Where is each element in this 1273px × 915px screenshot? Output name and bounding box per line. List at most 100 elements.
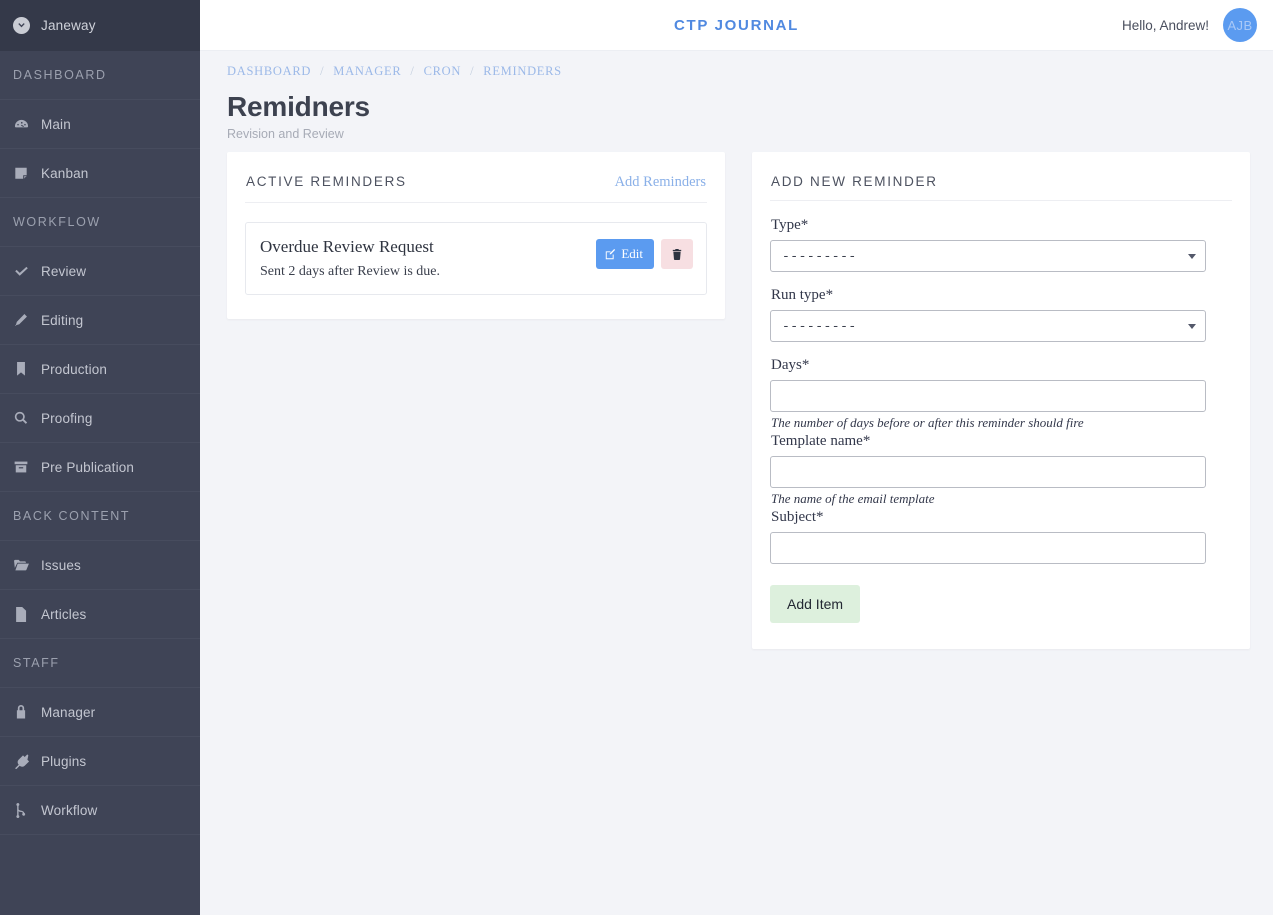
sidebar-item-issues[interactable]: Issues [0,541,200,590]
file-icon [13,606,29,622]
sidebar-item-label: Manager [41,704,96,720]
search-icon [13,410,29,426]
field-template-name: Template name* The name of the email tem… [770,433,1232,507]
days-label: Days* [771,357,810,373]
template-name-label: Template name* [771,433,871,449]
sidebar-item-label: Main [41,116,71,132]
sidebar-item-label: Workflow [41,802,98,818]
sidebar-item-review[interactable]: Review [0,247,200,296]
breadcrumb-item-dashboard[interactable]: DASHBOARD [227,64,311,79]
edit-button-label: Edit [621,246,643,261]
sidebar-item-workflow[interactable]: Workflow [0,786,200,835]
list-item: Overdue Review Request Sent 2 days after… [245,222,707,295]
breadcrumb-item-reminders[interactable]: REMINDERS [483,64,562,79]
sidebar-item-label: Pre Publication [41,459,135,475]
sidebar-item-kanban[interactable]: Kanban [0,149,200,198]
add-item-button[interactable]: Add Item [770,585,861,623]
sidebar-item-label: Review [41,263,87,279]
sidebar-item-editing[interactable]: Editing [0,296,200,345]
reminder-text: Overdue Review Request Sent 2 days after… [260,236,440,280]
topbar: CTP JOURNAL Hello, Andrew! AJB [200,0,1273,51]
subject-label: Subject* [771,509,824,525]
delete-button[interactable] [661,239,693,269]
template-name-help-text: The name of the email template [771,491,935,506]
content-columns: ACTIVE REMINDERS Add Reminders Overdue R… [227,152,1250,649]
tachometer-icon [13,116,29,132]
run-type-label: Run type* [771,287,834,303]
type-label: Type* [771,217,809,233]
field-days: Days* The number of days before or after… [770,357,1232,431]
sidebar-brand-label: Janeway [41,18,96,33]
add-reminders-link[interactable]: Add Reminders [615,174,706,191]
app-root: Janeway DASHBOARD Main Kanban WORKFLOW Revie… [0,0,1273,915]
active-reminders-card: ACTIVE REMINDERS Add Reminders Overdue R… [227,152,725,319]
sidebar-item-label: Plugins [41,753,87,769]
trash-icon [672,248,682,260]
sticky-note-icon [13,165,29,181]
sidebar-brand[interactable]: Janeway [0,0,200,51]
active-reminders-header: ACTIVE REMINDERS Add Reminders [245,174,707,203]
add-reminder-card: ADD NEW REMINDER Type* --------- Run typ… [752,152,1250,649]
page-title: Remidners [227,91,370,122]
add-reminder-form: Type* --------- Run type* --------- Days… [770,201,1232,623]
bookmark-icon [13,361,29,377]
breadcrumb-item-cron[interactable]: CRON [424,64,462,79]
field-subject: Subject* [770,509,1232,564]
code-fork-icon [13,802,29,818]
folder-open-icon [13,557,29,573]
sidebar-item-label: Editing [41,312,84,328]
reminder-description: Sent 2 days after Review is due. [260,263,441,279]
avatar[interactable]: AJB [1223,8,1257,42]
sidebar-item-proofing[interactable]: Proofing [0,394,200,443]
type-select[interactable]: --------- [770,240,1206,272]
add-reminder-header: ADD NEW REMINDER [770,174,1232,201]
sidebar-section-back-content: BACK CONTENT [0,492,200,541]
pencil-square-icon [605,248,616,260]
field-type: Type* --------- [770,217,1232,272]
sidebar-nav: DASHBOARD Main Kanban WORKFLOW Review Editing… [0,51,200,835]
main-content: CTP JOURNAL Hello, Andrew! AJB DASHBOARD… [200,0,1273,915]
active-reminders-title: ACTIVE REMINDERS [246,174,407,189]
plug-icon [13,753,29,769]
sidebar-section-dashboard: DASHBOARD [0,51,200,100]
breadcrumb-separator: / [320,64,325,78]
sidebar-item-label: Issues [41,557,81,573]
archive-icon [13,459,29,475]
run-type-select-value: --------- [782,318,857,334]
sidebar-section-staff: STAFF [0,639,200,688]
add-reminder-title: ADD NEW REMINDER [771,174,938,189]
chevron-down-icon [1188,253,1196,259]
days-help-text: The number of days before or after this … [771,415,1084,430]
sidebar-item-label: Articles [41,606,87,622]
template-name-input[interactable] [770,456,1206,488]
sidebar-item-production[interactable]: Production [0,345,200,394]
reminder-actions: Edit [596,236,693,269]
days-input[interactable] [770,380,1206,412]
chevron-down-icon [1188,323,1196,329]
lock-icon [13,704,29,720]
sidebar-item-label: Production [41,361,108,377]
sidebar-item-main[interactable]: Main [0,100,200,149]
type-select-value: --------- [782,248,857,264]
sidebar-item-label: Kanban [41,165,89,181]
sidebar-item-pre-publication[interactable]: Pre Publication [0,443,200,492]
breadcrumb-separator: / [470,64,475,78]
breadcrumb-item-manager[interactable]: MANAGER [333,64,401,79]
field-run-type: Run type* --------- [770,287,1232,342]
subject-input[interactable] [770,532,1206,564]
breadcrumb: DASHBOARD / MANAGER / CRON / REMINDERS [200,51,1273,79]
sidebar-item-plugins[interactable]: Plugins [0,737,200,786]
topbar-user-area: Hello, Andrew! AJB [1122,8,1257,42]
journal-title: CTP JOURNAL [673,16,800,34]
reminder-name: Overdue Review Request [260,237,434,256]
edit-button[interactable]: Edit [596,239,654,269]
sidebar-item-articles[interactable]: Articles [0,590,200,639]
sidebar-item-manager[interactable]: Manager [0,688,200,737]
sidebar: Janeway DASHBOARD Main Kanban WORKFLOW Revie… [0,0,200,915]
run-type-select[interactable]: --------- [770,310,1206,342]
sidebar-section-workflow: WORKFLOW [0,198,200,247]
check-icon [13,263,29,279]
sidebar-item-label: Proofing [41,410,93,426]
